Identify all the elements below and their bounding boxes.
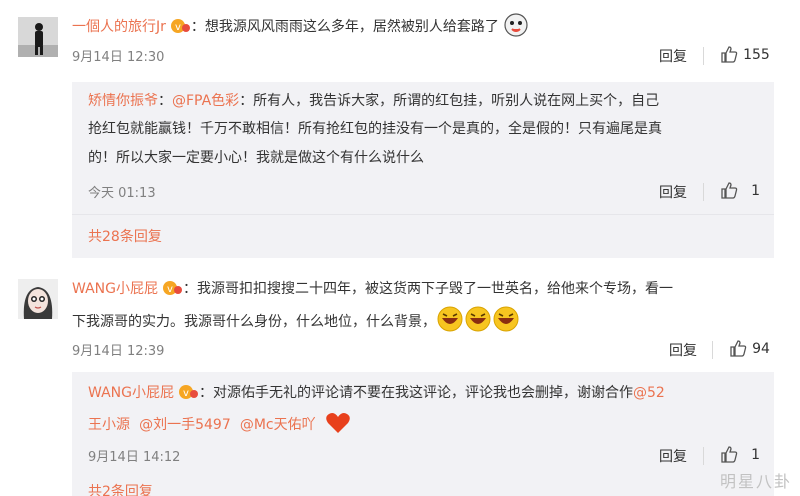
- mention-link[interactable]: @FPA色彩: [172, 93, 239, 109]
- like-button[interactable]: 94: [729, 338, 770, 361]
- laughing-emoji-icon: [464, 306, 492, 341]
- like-button[interactable]: 155: [720, 44, 770, 67]
- like-count: 94: [752, 341, 770, 357]
- comment-time: 9月14日 12:30: [72, 50, 165, 65]
- vip-badge-icon: v: [162, 277, 182, 305]
- reply-button[interactable]: 回复: [669, 340, 697, 360]
- comment-text-line2-row: 下我源哥的实力。我源哥什么身份，什么地位，什么背景，: [72, 306, 520, 341]
- reply-line: WANG小屁屁 v ：对源佑手无礼的评论请不要在我这评论，评论我也会删掉，谢谢合作@…: [88, 378, 665, 409]
- laughing-emoji-icon: [492, 306, 520, 341]
- laughing-emoji-icon: [436, 306, 464, 341]
- comment-username[interactable]: WANG小屁屁: [72, 281, 158, 297]
- thumbs-up-icon: [720, 181, 738, 203]
- divider: [703, 183, 704, 201]
- divider: [712, 341, 713, 359]
- reply-username[interactable]: 矫情你振爷: [88, 93, 158, 109]
- svg-text:v: v: [183, 388, 189, 399]
- reply-text-line2: 抢红包就能赢钱！千万不敢相信！所有抢红包的挂没有一个是真的，全是假的！只有遍尾是…: [88, 121, 662, 137]
- reply-like-button[interactable]: 1: [720, 444, 760, 467]
- comment-text-line2: 下我源哥的实力。我源哥什么身份，什么地位，什么背景，: [72, 314, 436, 330]
- mention-link[interactable]: 王小源: [88, 417, 130, 433]
- like-count: 155: [743, 47, 770, 63]
- avatar[interactable]: [18, 17, 58, 57]
- heart-icon: [325, 411, 351, 444]
- reply-line: 矫情你振爷：@FPA色彩：所有人，我告诉大家，所谓的红包挂，听别人说在网上买个，…: [88, 86, 659, 115]
- reply-button[interactable]: 回复: [659, 46, 687, 66]
- avatar[interactable]: [18, 279, 58, 319]
- reply-text-line1: ：对源佑手无礼的评论请不要在我这评论，评论我也会删掉，谢谢合作: [198, 385, 633, 401]
- silhouette-man-icon: [18, 17, 58, 57]
- reply-reply-button[interactable]: 回复: [659, 446, 687, 466]
- vip-badge-icon: v: [170, 15, 190, 43]
- reply-reply-button[interactable]: 回复: [659, 182, 687, 202]
- reply-text-line1: ：所有人，我告诉大家，所谓的红包挂，听别人说在网上买个，自己: [239, 93, 660, 109]
- comment-header: WANG小屁屁 v ：我源哥扣扣搜搜二十四年，被这货两下子毁了一世英名，给他来个专场…: [72, 274, 673, 305]
- thumbs-up-icon: [729, 339, 747, 361]
- reply-time: 今天 01:13: [88, 186, 156, 201]
- view-all-replies-link[interactable]: 共28条回复: [88, 226, 162, 246]
- reply-like-count: 1: [751, 183, 761, 199]
- thumbs-up-icon: [720, 445, 738, 467]
- watermark: 明星八卦: [719, 472, 792, 491]
- mention-link[interactable]: @Mc天佑吖: [240, 417, 316, 433]
- divider: [72, 214, 774, 215]
- reply-colon: ：: [158, 93, 172, 109]
- comment-username[interactable]: 一個人的旅行Jr: [72, 19, 166, 35]
- reply-mentions-row: 王小源 @刘一手5497 @Mc天佑吖: [88, 410, 351, 444]
- view-all-replies-link[interactable]: 共2条回复: [88, 484, 153, 496]
- comment-header: 一個人的旅行Jr v ：想我源风风雨雨这么多年，居然被别人给套路了: [72, 12, 528, 46]
- mention-link[interactable]: @52: [633, 385, 665, 401]
- mention-link[interactable]: @刘一手5497: [139, 417, 231, 433]
- reply-like-count: 1: [751, 447, 761, 463]
- reply-time: 9月14日 14:12: [88, 450, 181, 465]
- svg-text:v: v: [175, 22, 181, 33]
- girl-avatar-icon: [18, 279, 58, 319]
- vip-badge-icon: v: [178, 381, 198, 409]
- divider: [703, 47, 704, 65]
- reply-text-line3: 的！所以大家一定要小心！我就是做这个有什么说什么: [88, 150, 424, 166]
- comment-text: ：想我源风风雨雨这么多年，居然被别人给套路了: [190, 19, 499, 35]
- thumbs-up-icon: [720, 45, 738, 67]
- reply-like-button[interactable]: 1: [720, 180, 760, 203]
- reply-username[interactable]: WANG小屁屁: [88, 385, 174, 401]
- comment-time: 9月14日 12:39: [72, 344, 165, 359]
- svg-text:v: v: [167, 284, 173, 295]
- comment-text-line1: ：我源哥扣扣搜搜二十四年，被这货两下子毁了一世英名，给他来个专场，看一: [182, 281, 673, 297]
- divider: [703, 447, 704, 465]
- face-emoji-icon: [504, 13, 528, 46]
